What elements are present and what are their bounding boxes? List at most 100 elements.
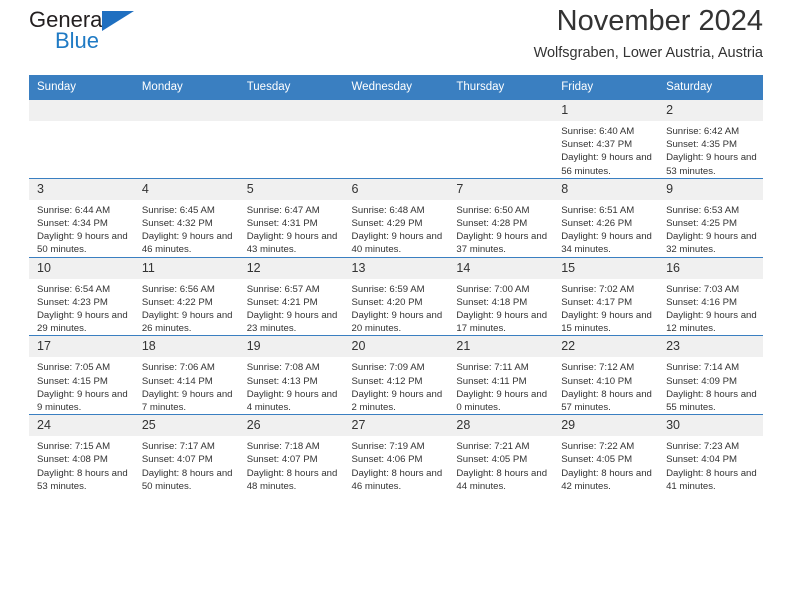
calendar-day-cell[interactable]: 6 Sunrise: 6:48 AM Sunset: 4:29 PM Daylight… <box>343 177 449 258</box>
day-number <box>448 100 554 121</box>
calendar-day-cell[interactable]: 25 Sunrise: 7:17 AM Sunset: 4:07 PM Dayligh… <box>133 414 239 494</box>
calendar-day-cell[interactable]: 1 Sunrise: 6:40 AM Sunset: 4:37 PM Daylight… <box>553 99 659 179</box>
sunset-text: Sunset: 4:07 PM <box>246 454 318 466</box>
calendar-day-cell[interactable]: 19 Sunrise: 7:08 AM Sunset: 4:13 PM Dayligh… <box>238 335 344 415</box>
sunrise-text: Sunrise: 7:22 AM <box>561 441 635 453</box>
daylight-text: Daylight: 9 hours and 7 minutes. <box>141 388 233 414</box>
daylight-text: Daylight: 9 hours and 53 minutes. <box>666 152 757 177</box>
calendar-day-cell[interactable]: 11 Sunrise: 6:56 AM Sunset: 4:22 PM Dayligh… <box>133 256 239 336</box>
calendar-day-cell[interactable]: 9 Sunrise: 6:53 AM Sunset: 4:25 PM Daylight… <box>658 177 763 258</box>
calendar-day-cell[interactable]: 14 Sunrise: 7:00 AM Sunset: 4:18 PM Dayligh… <box>448 256 554 336</box>
day-number: 19 <box>238 336 344 358</box>
calendar-day-cell[interactable]: 2 Sunrise: 6:42 AM Sunset: 4:35 PM Daylight… <box>658 99 763 179</box>
calendar-day-cell[interactable]: 3 Sunrise: 6:44 AM Sunset: 4:34 PM Daylight… <box>29 177 134 258</box>
sunset-text: Sunset: 4:10 PM <box>561 375 633 387</box>
calendar-day-cell[interactable]: 17 Sunrise: 7:05 AM Sunset: 4:15 PM Dayligh… <box>29 335 134 415</box>
sunrise-text: Sunrise: 7:19 AM <box>351 441 425 453</box>
day-number: 3 <box>29 178 134 200</box>
day-number: 15 <box>553 257 659 279</box>
day-sun-info: Sunrise: 7:03 AM Sunset: 4:16 PM Daylight:… <box>658 279 763 336</box>
weekday-header-tuesday: Tuesday <box>238 75 344 100</box>
brand-logo[interactable]: General Blue <box>29 8 149 60</box>
sunset-text: Sunset: 4:20 PM <box>351 296 423 308</box>
day-number <box>343 100 449 121</box>
calendar-day-cell[interactable]: 18 Sunrise: 7:06 AM Sunset: 4:14 PM Dayligh… <box>133 335 239 415</box>
day-number: 20 <box>343 336 449 358</box>
page-subtitle: Wolfsgraben, Lower Austria, Austria <box>533 45 763 61</box>
sunset-text: Sunset: 4:13 PM <box>246 375 318 387</box>
calendar-day-cell[interactable]: 23 Sunrise: 7:14 AM Sunset: 4:09 PM Dayligh… <box>658 335 763 415</box>
day-sun-info: Sunrise: 6:44 AM Sunset: 4:34 PM Daylight:… <box>29 200 134 257</box>
daylight-text: Daylight: 9 hours and 2 minutes. <box>351 388 443 414</box>
calendar-day-cell[interactable]: 4 Sunrise: 6:45 AM Sunset: 4:32 PM Daylight… <box>133 177 239 258</box>
calendar-day-cell[interactable]: 15 Sunrise: 7:02 AM Sunset: 4:17 PM Dayligh… <box>553 256 659 336</box>
sunrise-text: Sunrise: 6:48 AM <box>351 204 425 216</box>
calendar-day-cell[interactable]: 12 Sunrise: 6:57 AM Sunset: 4:21 PM Dayligh… <box>238 256 344 336</box>
day-number: 21 <box>448 336 554 358</box>
sunset-text: Sunset: 4:34 PM <box>37 218 108 230</box>
daylight-text: Daylight: 8 hours and 44 minutes. <box>456 467 548 492</box>
day-number: 6 <box>343 178 449 200</box>
calendar-day-cell[interactable]: 24 Sunrise: 7:15 AM Sunset: 4:08 PM Dayligh… <box>29 414 134 494</box>
day-number: 14 <box>448 257 554 279</box>
sunrise-text: Sunrise: 6:54 AM <box>37 283 111 295</box>
sunrise-text: Sunrise: 7:09 AM <box>351 362 425 374</box>
daylight-text: Daylight: 9 hours and 0 minutes. <box>456 388 548 414</box>
day-sun-info: Sunrise: 7:09 AM Sunset: 4:12 PM Daylight:… <box>344 357 449 414</box>
sunset-text: Sunset: 4:12 PM <box>351 375 423 387</box>
sunset-text: Sunset: 4:08 PM <box>37 454 108 466</box>
calendar-week-row: 17 Sunrise: 7:05 AM Sunset: 4:15 PM Dayligh… <box>29 335 763 415</box>
calendar-day-cell[interactable]: 10 Sunrise: 6:54 AM Sunset: 4:23 PM Dayligh… <box>29 256 134 336</box>
daylight-text: Daylight: 9 hours and 12 minutes. <box>666 310 757 335</box>
calendar-day-cell-empty <box>238 99 344 179</box>
calendar-day-cell[interactable]: 8 Sunrise: 6:51 AM Sunset: 4:26 PM Daylight… <box>553 177 659 258</box>
day-sun-info: Sunrise: 7:02 AM Sunset: 4:17 PM Daylight:… <box>553 279 658 336</box>
day-number: 1 <box>553 100 659 121</box>
day-number: 7 <box>448 178 554 200</box>
sunset-text: Sunset: 4:17 PM <box>561 296 633 308</box>
day-sun-info: Sunrise: 6:54 AM Sunset: 4:23 PM Daylight:… <box>29 279 134 336</box>
sunset-text: Sunset: 4:06 PM <box>351 454 423 466</box>
day-number: 4 <box>133 178 239 200</box>
weekday-header-monday: Monday <box>133 75 239 100</box>
calendar-day-cell[interactable]: 16 Sunrise: 7:03 AM Sunset: 4:16 PM Dayligh… <box>658 256 763 336</box>
calendar-day-cell-empty <box>343 99 449 179</box>
calendar-day-cell[interactable]: 30 Sunrise: 7:23 AM Sunset: 4:04 PM Dayligh… <box>658 414 763 494</box>
calendar-day-cell[interactable]: 26 Sunrise: 7:18 AM Sunset: 4:07 PM Dayligh… <box>238 414 344 494</box>
day-sun-info: Sunrise: 6:48 AM Sunset: 4:29 PM Daylight:… <box>344 200 449 257</box>
calendar-day-cell[interactable]: 21 Sunrise: 7:11 AM Sunset: 4:11 PM Dayligh… <box>448 335 554 415</box>
sunset-text: Sunset: 4:04 PM <box>666 454 737 466</box>
day-sun-info: Sunrise: 6:59 AM Sunset: 4:20 PM Daylight:… <box>344 279 449 336</box>
calendar-day-cell[interactable]: 13 Sunrise: 6:59 AM Sunset: 4:20 PM Dayligh… <box>343 256 449 336</box>
calendar-day-cell[interactable]: 5 Sunrise: 6:47 AM Sunset: 4:31 PM Daylight… <box>238 177 344 258</box>
daylight-text: Daylight: 9 hours and 34 minutes. <box>561 231 652 256</box>
calendar-week-row: 10 Sunrise: 6:54 AM Sunset: 4:23 PM Dayligh… <box>29 256 763 336</box>
day-number: 25 <box>133 415 239 437</box>
daylight-text: Daylight: 9 hours and 32 minutes. <box>666 231 757 256</box>
day-sun-info: Sunrise: 7:11 AM Sunset: 4:11 PM Daylight:… <box>448 357 553 414</box>
calendar-day-cell[interactable]: 28 Sunrise: 7:21 AM Sunset: 4:05 PM Dayligh… <box>448 414 554 494</box>
daylight-text: Daylight: 8 hours and 41 minutes. <box>666 467 757 492</box>
day-number: 27 <box>343 415 449 437</box>
calendar-day-cell[interactable]: 22 Sunrise: 7:12 AM Sunset: 4:10 PM Dayligh… <box>553 335 659 415</box>
weekday-header-friday: Friday <box>553 75 659 100</box>
daylight-text: Daylight: 8 hours and 42 minutes. <box>561 467 652 492</box>
calendar-day-cell[interactable]: 20 Sunrise: 7:09 AM Sunset: 4:12 PM Dayligh… <box>343 335 449 415</box>
sunset-text: Sunset: 4:29 PM <box>351 218 423 230</box>
sunset-text: Sunset: 4:14 PM <box>141 375 213 387</box>
sunrise-text: Sunrise: 6:59 AM <box>351 283 425 295</box>
daylight-text: Daylight: 9 hours and 50 minutes. <box>37 231 128 256</box>
sunset-text: Sunset: 4:28 PM <box>456 218 528 230</box>
sunset-text: Sunset: 4:16 PM <box>666 296 737 308</box>
calendar-day-cell[interactable]: 27 Sunrise: 7:19 AM Sunset: 4:06 PM Dayligh… <box>343 414 449 494</box>
daylight-text: Daylight: 9 hours and 20 minutes. <box>351 310 443 335</box>
sunrise-text: Sunrise: 7:02 AM <box>561 283 635 295</box>
daylight-text: Daylight: 9 hours and 43 minutes. <box>246 231 338 256</box>
day-number <box>133 100 239 121</box>
calendar-week-row: 24 Sunrise: 7:15 AM Sunset: 4:08 PM Dayligh… <box>29 414 763 494</box>
calendar-day-cell[interactable]: 7 Sunrise: 6:50 AM Sunset: 4:28 PM Daylight… <box>448 177 554 258</box>
calendar-day-cell-empty <box>29 99 134 179</box>
title-block: November 2024 Wolfsgraben, Lower Austria… <box>534 0 763 64</box>
calendar-day-cell[interactable]: 29 Sunrise: 7:22 AM Sunset: 4:05 PM Dayligh… <box>553 414 659 494</box>
page-title: November 2024 <box>556 5 763 37</box>
